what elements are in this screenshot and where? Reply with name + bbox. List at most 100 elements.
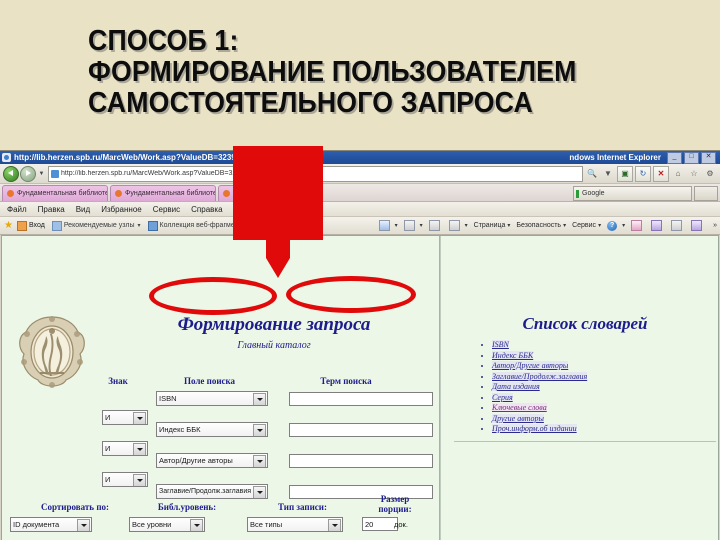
chevron-down-icon[interactable]: ▾ [622,222,625,229]
stop-icon[interactable]: ✕ [653,165,669,182]
command-home-button[interactable]: ▾ [378,220,398,231]
menu-item-favorites[interactable]: Избранное [101,205,142,214]
dictionary-link-date[interactable]: Дата издания [492,382,540,391]
chevron-down-icon[interactable]: ▾ [138,222,141,229]
operator-select-3[interactable]: И [102,472,148,487]
minimize-button[interactable]: _ [667,151,682,164]
list-item[interactable]: Заглавие/Продолж.заглавия [492,371,588,383]
operator-select-2[interactable]: И [102,441,148,456]
chevron-down-icon[interactable]: ▾ [395,222,398,229]
restore-button[interactable]: □ [684,151,699,164]
addon-icon [691,220,703,231]
command-security-menu[interactable]: Безопасность ▾ [516,222,566,229]
search-term-input-3[interactable] [289,454,433,468]
browser-tab-3[interactable]: he [218,185,298,201]
dictionary-link-series[interactable]: Серия [492,392,513,402]
google-search-input[interactable]: Google [573,186,692,201]
search-term-input-2[interactable] [289,423,433,437]
menu-item-edit[interactable]: Правка [38,205,65,214]
search-field-select-1[interactable]: ISBN [156,391,268,406]
favorites-bar-item-web-slice[interactable]: Коллекция веб-фрагме... ▾ [147,220,247,231]
chevron-down-icon[interactable]: ▼ [37,167,46,181]
list-item[interactable]: ISBN [492,340,587,351]
column-header-znak: Знак [108,376,128,386]
list-item[interactable]: Другие авторы [492,413,587,425]
search-field-select-4[interactable]: Заглавие/Продолж.заглавия [156,484,268,499]
list-item[interactable]: Индекс ББК [492,350,587,362]
chevron-down-icon[interactable] [133,474,146,486]
command-addon-3[interactable] [671,220,685,231]
command-feeds-button[interactable]: ▾ [403,220,423,231]
dictionary-link-other-authors[interactable]: Другие авторы [492,413,544,423]
window-controls[interactable]: _ □ ✕ [667,151,716,164]
chevron-down-icon[interactable]: ▾ [507,222,510,229]
bib-level-select[interactable]: Все уровни [129,517,205,532]
chevron-down-icon[interactable] [253,455,266,467]
chevron-down-icon[interactable] [253,393,266,405]
menu-item-view[interactable]: Вид [76,205,90,214]
command-help-menu[interactable]: ? ▾ [607,220,625,231]
list-item[interactable]: Серия [492,392,587,404]
command-print-button[interactable]: ▾ [448,220,468,231]
chevron-down-icon[interactable] [328,519,341,531]
command-mail-button[interactable] [428,220,443,231]
chevron-down-icon[interactable] [253,486,266,498]
command-addon-2[interactable] [651,220,665,231]
dictionary-link-author[interactable]: Автор/Другие авторы [492,361,569,370]
star-icon[interactable]: ☆ [687,167,701,181]
gear-icon[interactable]: ⚙ [703,167,717,181]
menu-item-help[interactable]: Справка [191,205,222,214]
chevron-down-icon[interactable]: ▾ [465,222,468,229]
chevron-down-icon[interactable] [253,424,266,436]
back-arrow-icon[interactable] [3,165,19,182]
chevron-down-icon[interactable] [190,519,203,531]
search-field-select-3[interactable]: Автор/Другие авторы [156,453,268,468]
favorites-bar-item-login[interactable]: Вход [16,220,45,231]
search-go-button[interactable] [694,186,718,201]
refresh-icon[interactable]: ↻ [635,165,651,182]
rss-icon[interactable]: ▣ [617,165,633,182]
sort-by-select[interactable]: ID документа [10,517,92,532]
address-bar[interactable]: http://lib.herzen.spb.ru/MarcWeb/Work.as… [48,165,583,182]
search-icon[interactable]: 🔍 [585,167,599,181]
favorites-star-icon[interactable]: ★ [4,220,13,231]
forward-arrow-icon[interactable] [20,165,36,182]
search-dropdown-chevron-down-icon[interactable]: ▼ [601,167,615,181]
command-overflow-chevrons-icon[interactable]: » [713,222,717,229]
record-type-select[interactable]: Все типы [247,517,343,532]
dictionary-link-isbn[interactable]: ISBN [492,340,509,349]
list-item[interactable]: Автор/Другие авторы [492,361,587,372]
chevron-down-icon[interactable]: ▾ [598,222,601,229]
browser-tab-strip: Фундаментальная библиотек... Фундаментал… [0,184,720,202]
chevron-down-icon[interactable] [133,443,146,455]
close-button[interactable]: ✕ [701,151,716,164]
chevron-down-icon[interactable] [77,519,90,531]
chevron-down-icon[interactable] [133,412,146,424]
dictionary-link-bbk[interactable]: Индекс ББК [492,350,534,360]
favorites-bar-item-suggested-sites[interactable]: Рекомендуемые узлы ▾ [51,220,141,231]
dictionary-link-other-info[interactable]: Проч.информ.об издании [492,424,577,433]
command-tools-menu[interactable]: Сервис ▾ [572,222,601,229]
chevron-down-icon[interactable]: ▾ [420,222,423,229]
chevron-down-icon[interactable]: ▾ [244,222,247,229]
portion-size-input[interactable]: 20 [362,517,398,531]
list-item[interactable]: Проч.информ.об издании [492,424,587,435]
browser-tab-2[interactable]: Фундаментальная библиотек... [110,185,216,201]
operator-select-1[interactable]: И [102,410,148,425]
menu-item-tools[interactable]: Сервис [153,205,180,214]
command-addon-1[interactable] [631,220,645,231]
bib-level-label: Библ.уровень: [157,502,217,512]
list-item[interactable]: Дата издания [492,382,587,393]
dictionary-link-title[interactable]: Заглавие/Продолж.заглавия [492,371,588,381]
menu-item-file[interactable]: Файл [7,205,27,214]
list-item[interactable]: Ключевые слова [492,403,587,414]
browser-tab-1[interactable]: Фундаментальная библиотек... [2,185,108,201]
search-field-select-2[interactable]: Индекс ББК [156,422,268,437]
home-icon[interactable]: ⌂ [671,167,685,181]
chevron-down-icon[interactable]: ▾ [563,222,566,229]
search-term-input-1[interactable] [289,392,433,406]
command-page-menu[interactable]: Страница ▾ [474,222,511,229]
command-addon-4[interactable] [691,220,705,231]
portion-size-input-value: 20 [365,519,374,529]
dictionary-link-keywords[interactable]: Ключевые слова [492,403,547,412]
